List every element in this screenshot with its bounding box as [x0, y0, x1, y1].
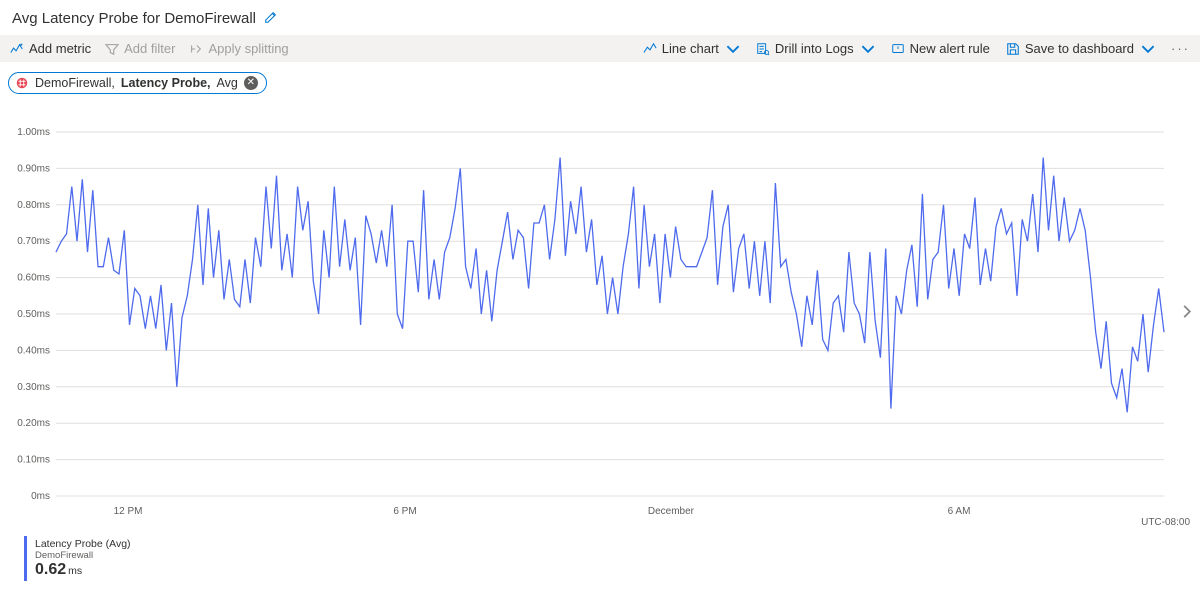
next-range-button[interactable]: [1180, 305, 1194, 322]
svg-text:6 AM: 6 AM: [948, 506, 971, 517]
pill-agg: Avg: [217, 76, 238, 90]
add-metric-label: Add metric: [29, 41, 91, 56]
svg-text:0.20ms: 0.20ms: [17, 418, 50, 429]
svg-text:0ms: 0ms: [31, 491, 50, 502]
svg-text:0.30ms: 0.30ms: [17, 382, 50, 393]
new-alert-label: New alert rule: [910, 41, 990, 56]
save-dashboard-dropdown[interactable]: Save to dashboard: [1006, 41, 1155, 56]
chevron-down-icon: [1141, 42, 1155, 56]
drill-logs-label: Drill into Logs: [775, 41, 854, 56]
add-metric-button[interactable]: Add metric: [10, 41, 91, 56]
drill-logs-dropdown[interactable]: Drill into Logs: [756, 41, 875, 56]
legend-unit: ms: [68, 565, 82, 577]
new-alert-button[interactable]: New alert rule: [891, 41, 990, 56]
more-menu-button[interactable]: ···: [1171, 41, 1190, 56]
apply-splitting-label: Apply splitting: [208, 41, 288, 56]
svg-text:December: December: [648, 506, 695, 517]
firewall-resource-icon: [15, 76, 29, 90]
add-filter-label: Add filter: [124, 41, 175, 56]
legend-value: 0.62: [35, 561, 66, 578]
svg-text:0.70ms: 0.70ms: [17, 236, 50, 247]
svg-text:0.60ms: 0.60ms: [17, 273, 50, 284]
svg-text:1.00ms: 1.00ms: [17, 127, 50, 138]
legend-resource: DemoFirewall: [35, 550, 131, 561]
legend-series-name: Latency Probe (Avg): [35, 538, 131, 550]
chart-type-label: Line chart: [662, 41, 719, 56]
page-title: Avg Latency Probe for DemoFirewall: [12, 10, 256, 27]
edit-title-icon[interactable]: [264, 10, 278, 27]
pill-resource: DemoFirewall,: [35, 76, 115, 90]
timezone-label: UTC-08:00: [1141, 517, 1190, 528]
svg-text:0.90ms: 0.90ms: [17, 163, 50, 174]
remove-metric-icon[interactable]: ✕: [244, 76, 258, 90]
svg-text:0.40ms: 0.40ms: [17, 345, 50, 356]
svg-text:0.80ms: 0.80ms: [17, 200, 50, 211]
svg-text:0.10ms: 0.10ms: [17, 455, 50, 466]
metric-pill[interactable]: DemoFirewall, Latency Probe, Avg ✕: [8, 72, 267, 94]
legend-item[interactable]: Latency Probe (Avg) DemoFirewall 0.62ms: [24, 536, 139, 581]
svg-text:0.50ms: 0.50ms: [17, 309, 50, 320]
apply-splitting-button[interactable]: Apply splitting: [189, 41, 288, 56]
latency-chart: 0ms0.10ms0.20ms0.30ms0.40ms0.50ms0.60ms0…: [56, 128, 1164, 528]
svg-text:6 PM: 6 PM: [393, 506, 416, 517]
svg-text:12 PM: 12 PM: [114, 506, 143, 517]
chevron-down-icon: [861, 42, 875, 56]
chart-type-dropdown[interactable]: Line chart: [643, 41, 740, 56]
chevron-down-icon: [726, 42, 740, 56]
toolbar: Add metric Add filter Apply splitting Li…: [0, 35, 1200, 62]
pill-metric: Latency Probe,: [121, 76, 211, 90]
save-dashboard-label: Save to dashboard: [1025, 41, 1134, 56]
add-filter-button[interactable]: Add filter: [105, 41, 175, 56]
